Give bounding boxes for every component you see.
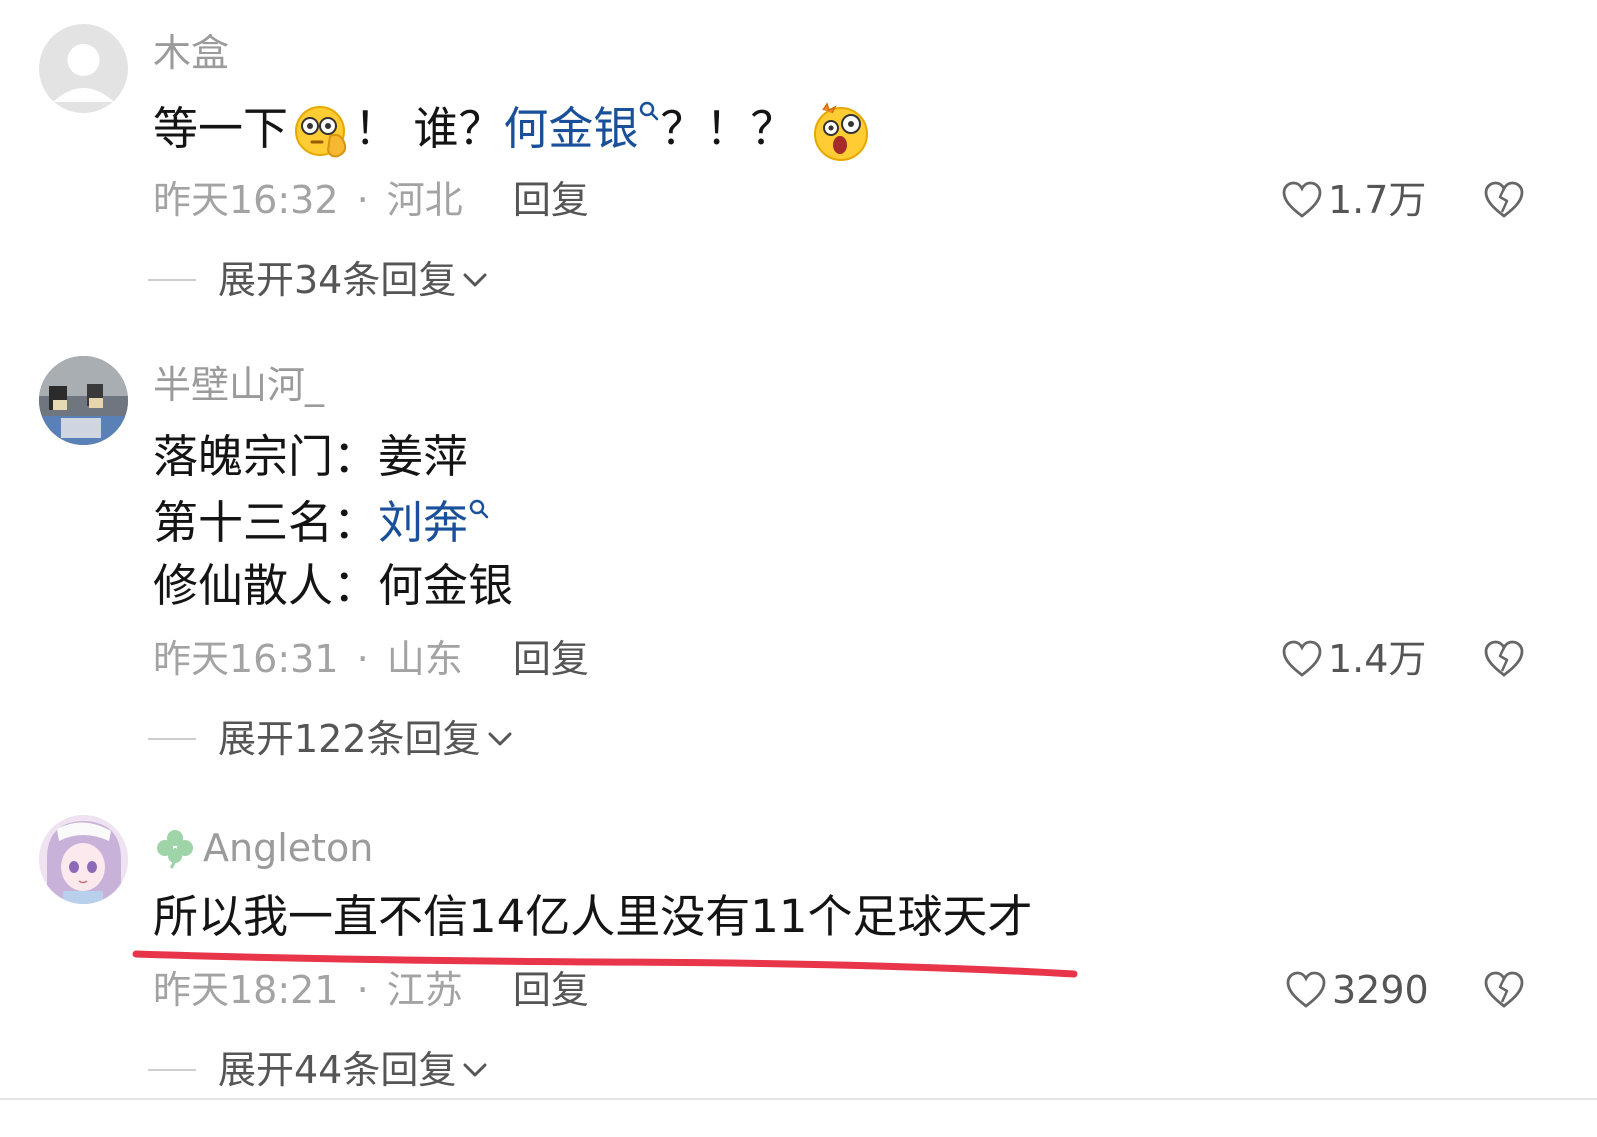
meta-separator: · <box>356 178 369 222</box>
broken-heart-icon <box>1484 181 1524 218</box>
timestamp: 昨天16:32 <box>153 178 339 222</box>
expand-divider <box>148 1069 196 1071</box>
reply-button[interactable]: 回复 <box>513 178 589 222</box>
line-name: 姜萍 <box>378 430 469 483</box>
comment-text-line: 修仙散人：何金银 <box>153 563 513 608</box>
broken-heart-icon <box>1484 971 1524 1008</box>
dislike-button[interactable] <box>1484 639 1524 679</box>
line-prefix: 修仙散人： <box>153 559 379 612</box>
thinking-emoji-icon <box>295 106 347 158</box>
dislike-button[interactable] <box>1484 180 1524 220</box>
like-count: 3290 <box>1332 968 1429 1012</box>
line-prefix: 第十三名： <box>153 496 379 549</box>
comment-text: 等一下 ！ 谁？何金银 ？！？ <box>153 101 875 162</box>
heart-icon <box>1282 181 1322 218</box>
like-count: 1.7万 <box>1328 178 1427 222</box>
heart-icon <box>1282 640 1322 677</box>
mention-text: 何金银 <box>503 102 639 155</box>
heart-icon <box>1286 971 1326 1008</box>
chevron-down-icon <box>488 732 512 746</box>
expand-replies-label: 展开122条回复 <box>218 717 481 761</box>
expand-replies-label: 展开34条回复 <box>218 258 457 302</box>
comment-meta: 昨天16:31 · 山东 回复 <box>153 640 589 678</box>
dislike-button[interactable] <box>1484 970 1524 1010</box>
avatar[interactable] <box>39 24 128 113</box>
meta-separator: · <box>356 968 369 1012</box>
mention-link[interactable]: 何金银 <box>503 101 660 155</box>
broken-heart-icon <box>1484 640 1524 677</box>
search-icon <box>469 499 489 519</box>
mention-text: 刘奔 <box>378 496 469 549</box>
comment-meta: 昨天18:21 · 江苏 回复 <box>153 971 589 1009</box>
expand-divider <box>148 279 196 281</box>
comment-text-line: 落魄宗门：姜萍 <box>153 434 468 479</box>
text-part: ！ 谁？ <box>354 102 504 155</box>
expand-replies-button[interactable]: 展开44条回复 <box>148 1051 490 1089</box>
location: 河北 <box>386 178 463 222</box>
anime-avatar-image <box>39 815 128 904</box>
search-icon <box>640 101 659 121</box>
avatar[interactable] <box>39 356 128 445</box>
default-user-icon <box>53 44 114 102</box>
bottom-divider <box>0 1098 1597 1100</box>
timestamp: 昨天16:31 <box>153 637 339 681</box>
comment-meta: 昨天16:32 · 河北 回复 <box>153 181 589 219</box>
line-prefix: 落魄宗门： <box>153 430 379 483</box>
location: 江苏 <box>386 968 463 1012</box>
comment-text-line: 第十三名：刘奔 <box>153 499 490 545</box>
like-button[interactable]: 3290 <box>1286 971 1429 1009</box>
comment-text: 所以我一直不信14亿人里没有11个足球天才 <box>153 890 1033 943</box>
username[interactable]: 木盒 <box>153 34 229 72</box>
like-button[interactable]: 1.4万 <box>1282 640 1426 678</box>
reply-button[interactable]: 回复 <box>513 637 589 681</box>
reply-button[interactable]: 回复 <box>513 968 589 1012</box>
chevron-down-icon <box>463 1063 487 1077</box>
text-part: ？！？ <box>660 102 796 155</box>
line-name: 何金银 <box>378 559 514 612</box>
username[interactable]: 半壁山河_ <box>153 366 324 404</box>
timestamp: 昨天18:21 <box>153 968 339 1012</box>
mention-link[interactable]: 刘奔 <box>378 496 490 549</box>
text-part: 等一下 <box>153 102 289 155</box>
shocked-emoji-icon <box>814 102 869 161</box>
photo-avatar-image <box>39 356 128 445</box>
location: 山东 <box>386 637 463 681</box>
like-button[interactable]: 1.7万 <box>1282 181 1426 219</box>
avatar[interactable] <box>39 815 128 904</box>
expand-replies-button[interactable]: 展开122条回复 <box>148 720 515 758</box>
like-count: 1.4万 <box>1328 637 1427 681</box>
chevron-down-icon <box>463 273 487 287</box>
expand-divider <box>148 738 196 740</box>
username[interactable]: Angleton <box>203 829 373 867</box>
clover-icon <box>157 830 193 869</box>
username-row: Angleton <box>153 826 373 870</box>
expand-replies-label: 展开44条回复 <box>218 1048 457 1092</box>
meta-separator: · <box>356 637 369 681</box>
expand-replies-button[interactable]: 展开34条回复 <box>148 261 490 299</box>
